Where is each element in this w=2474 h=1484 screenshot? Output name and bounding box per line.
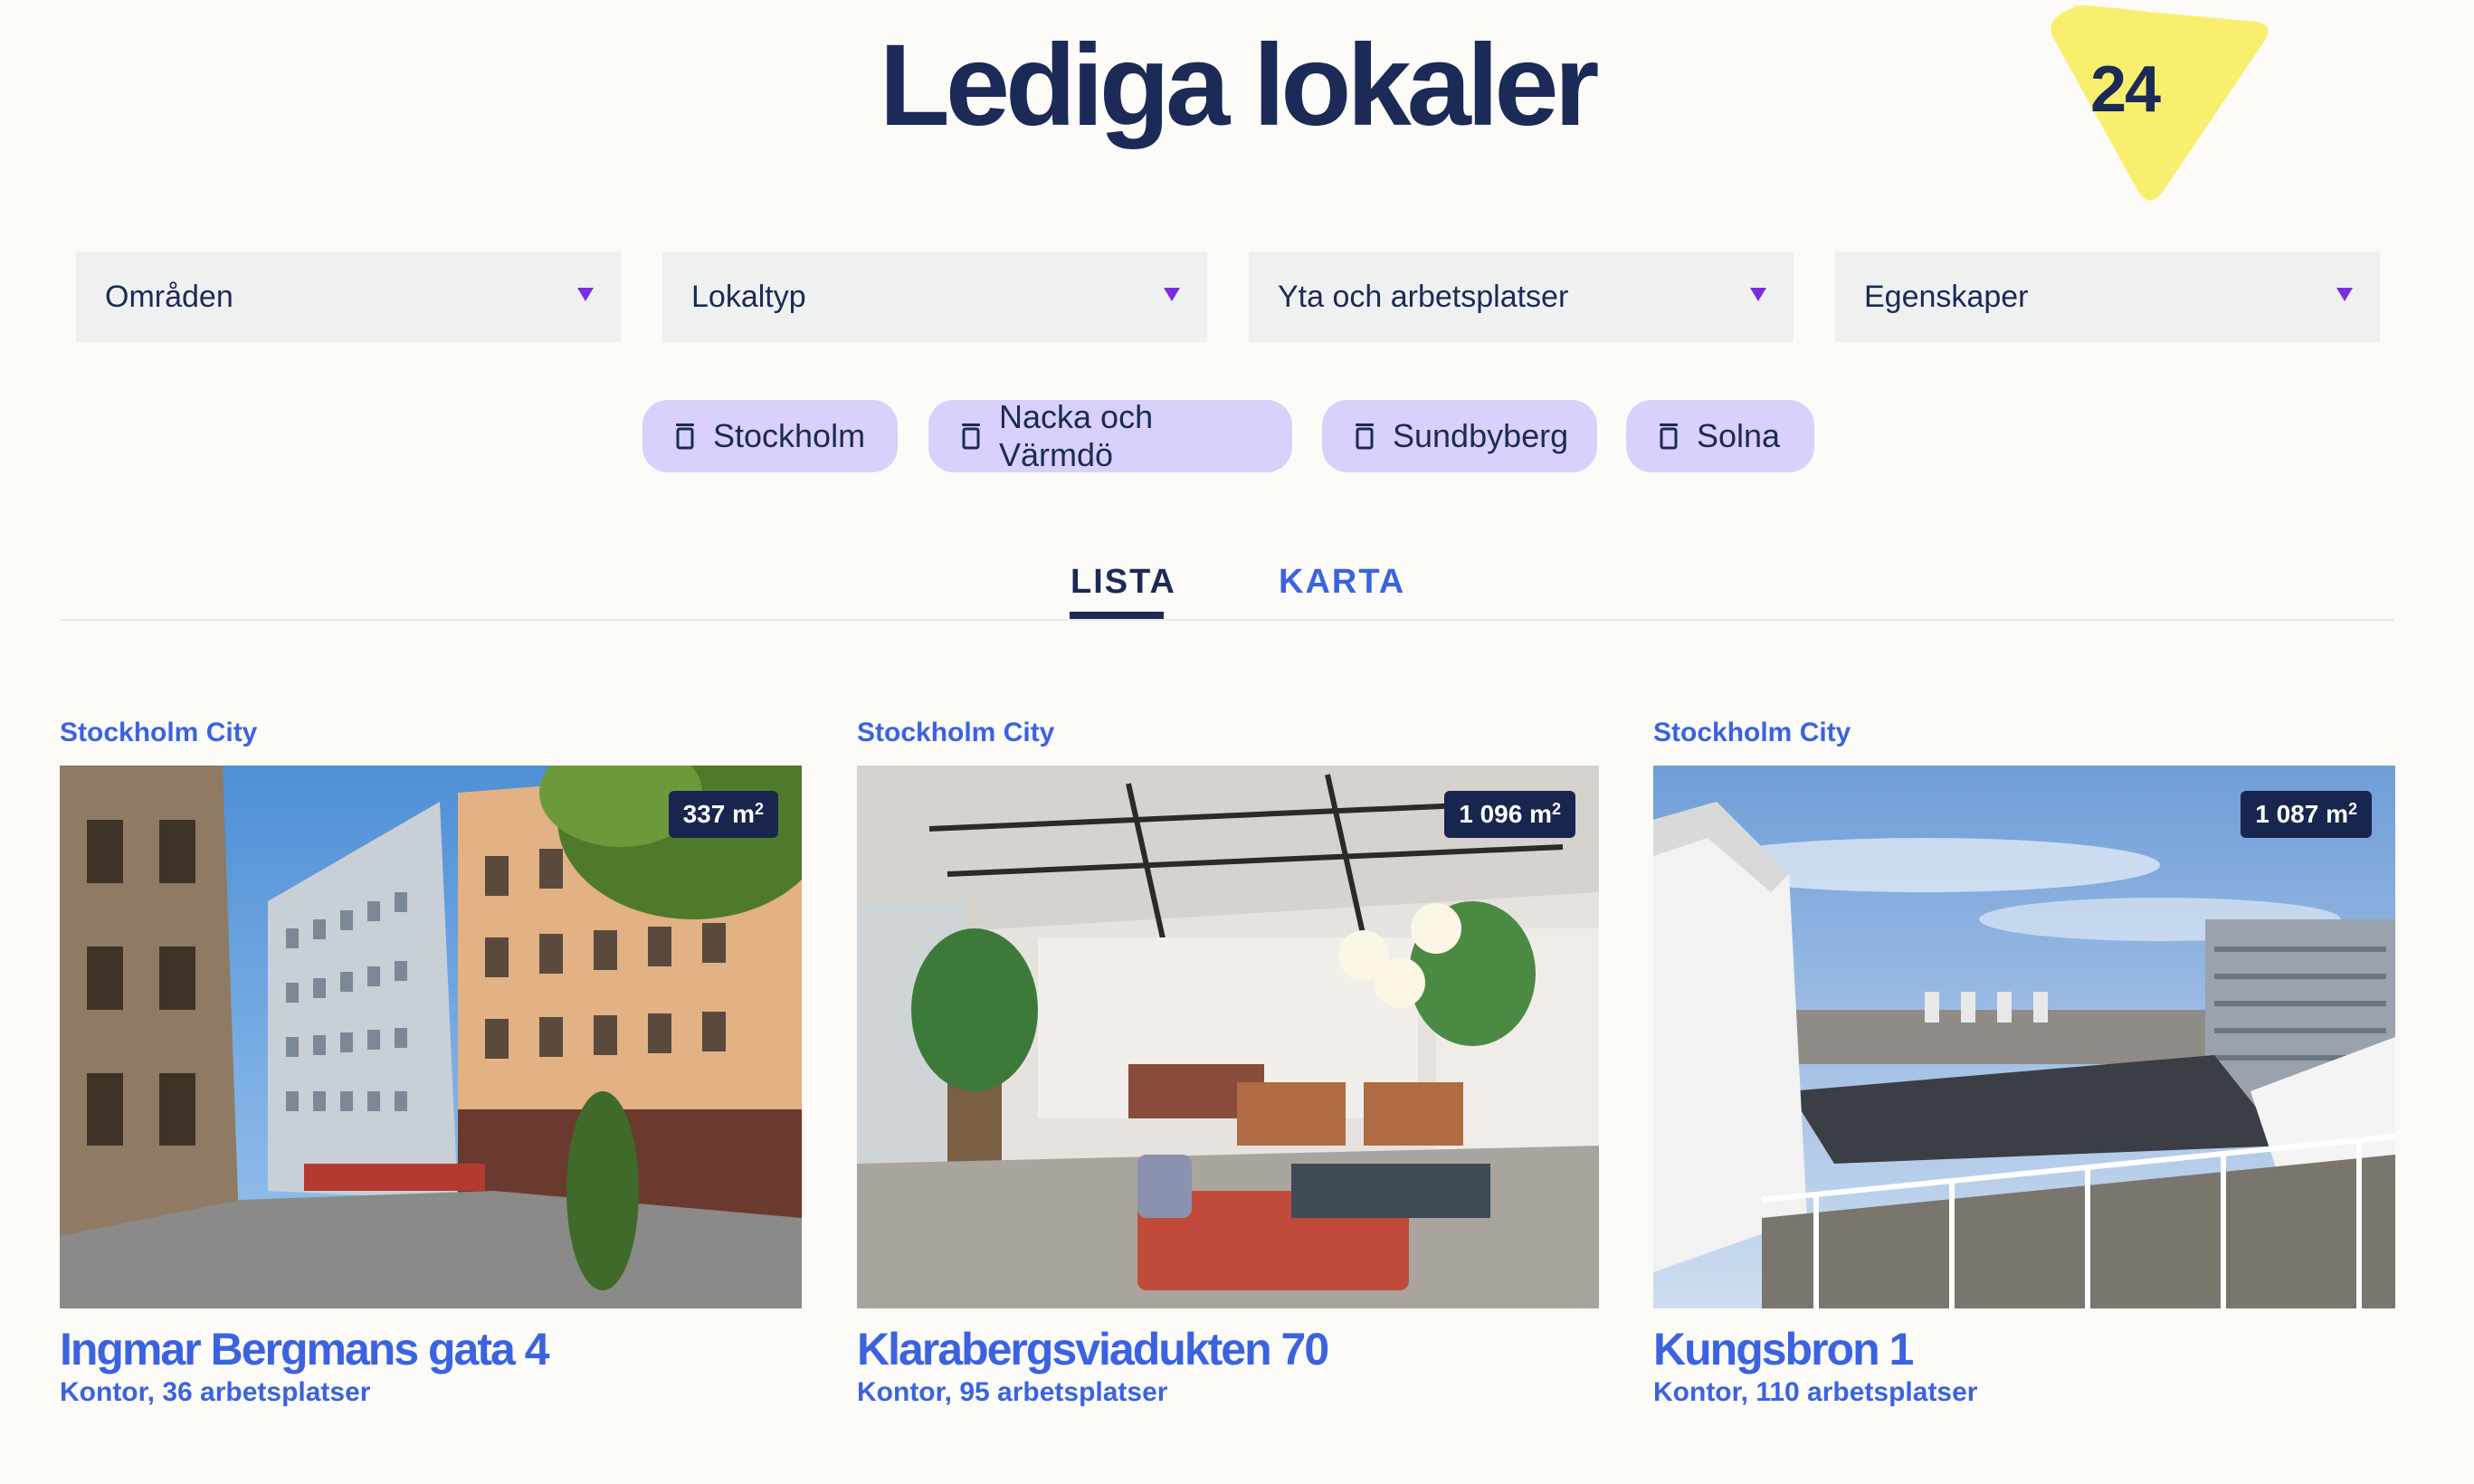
filter-premises-type-dropdown[interactable]: Lokaltyp [662, 252, 1207, 342]
trash-icon[interactable] [1355, 423, 1375, 450]
size-badge: 1 087 m2 [2241, 791, 2372, 838]
trash-icon[interactable] [675, 423, 695, 450]
size-value: 1 087 m [2255, 800, 2348, 828]
filter-areas-dropdown[interactable]: Områden [76, 252, 621, 342]
filter-label: Lokaltyp [691, 279, 806, 314]
result-count: 24 [2090, 53, 2161, 126]
caret-down-icon [2336, 288, 2353, 301]
filter-features-dropdown[interactable]: Egenskaper [1835, 252, 2380, 342]
listing-area: Stockholm City [60, 718, 258, 747]
tab-list-view[interactable]: LISTA [1070, 563, 1176, 602]
listing-card[interactable]: Stockholm City [60, 715, 802, 1407]
size-badge: 1 096 m2 [1444, 791, 1575, 838]
chip-label: Nacka och Värmdö [999, 398, 1154, 473]
listing-photo[interactable]: 1 087 m2 [1653, 766, 2395, 1308]
listing-description: Kontor, 36 arbetsplatser [60, 1377, 371, 1407]
listing-area: Stockholm City [1653, 718, 1851, 747]
filter-size-workspaces-dropdown[interactable]: Yta och arbetsplatser [1249, 252, 1794, 342]
trash-icon[interactable] [1659, 423, 1679, 450]
size-badge: 337 m2 [668, 791, 778, 838]
listing-description: Kontor, 110 arbetsplatser [1653, 1377, 1978, 1407]
size-value: 1 096 m [1459, 800, 1552, 828]
listing-description: Kontor, 95 arbetsplatser [857, 1377, 1168, 1407]
chip-stockholm[interactable]: Stockholm [642, 400, 898, 472]
listing-area: Stockholm City [857, 718, 1055, 747]
active-tab-indicator [1070, 612, 1164, 619]
listing-address[interactable]: Klarabergsviadukten 70 [857, 1323, 1329, 1375]
listing-card[interactable]: Stockholm City [1653, 715, 2395, 1407]
listing-photo[interactable]: 337 m2 [60, 766, 802, 1308]
filter-label: Yta och arbetsplatser [1278, 279, 1569, 314]
listing-address[interactable]: Ingmar Bergmans gata 4 [60, 1323, 550, 1375]
rooftop-view-photo [1653, 766, 2395, 1308]
office-interior-photo [857, 766, 1599, 1308]
size-unit-superscript: 2 [2347, 800, 2357, 818]
size-unit-superscript: 2 [754, 800, 764, 818]
chip-label: Solna [1697, 417, 1781, 454]
tab-map-view[interactable]: KARTA [1279, 563, 1405, 602]
tabs-divider [60, 619, 2394, 621]
filter-label: Områden [105, 279, 233, 314]
trash-icon[interactable] [961, 423, 981, 450]
chip-label: Stockholm [713, 417, 866, 454]
chip-label: Sundbyberg [1393, 417, 1569, 454]
chip-solna[interactable]: Solna [1626, 400, 1814, 472]
street-building-photo [60, 766, 802, 1308]
listing-card[interactable]: Stockholm City 1 096 m2 Klarabergsviaduk… [857, 715, 1599, 1407]
caret-down-icon [1164, 288, 1180, 301]
chip-sundbyberg[interactable]: Sundbyberg [1322, 400, 1597, 472]
caret-down-icon [577, 288, 594, 301]
caret-down-icon [1750, 288, 1766, 301]
size-value: 337 m [682, 800, 755, 828]
chip-nacka-varmdo[interactable]: Nacka och Värmdö [928, 398, 1292, 473]
listing-address[interactable]: Kungsbron 1 [1653, 1323, 1914, 1375]
result-count-badge: 24 [2047, 0, 2273, 208]
size-unit-superscript: 2 [1551, 800, 1561, 818]
listing-photo[interactable]: 1 096 m2 [857, 766, 1599, 1308]
filter-label: Egenskaper [1864, 279, 2029, 314]
